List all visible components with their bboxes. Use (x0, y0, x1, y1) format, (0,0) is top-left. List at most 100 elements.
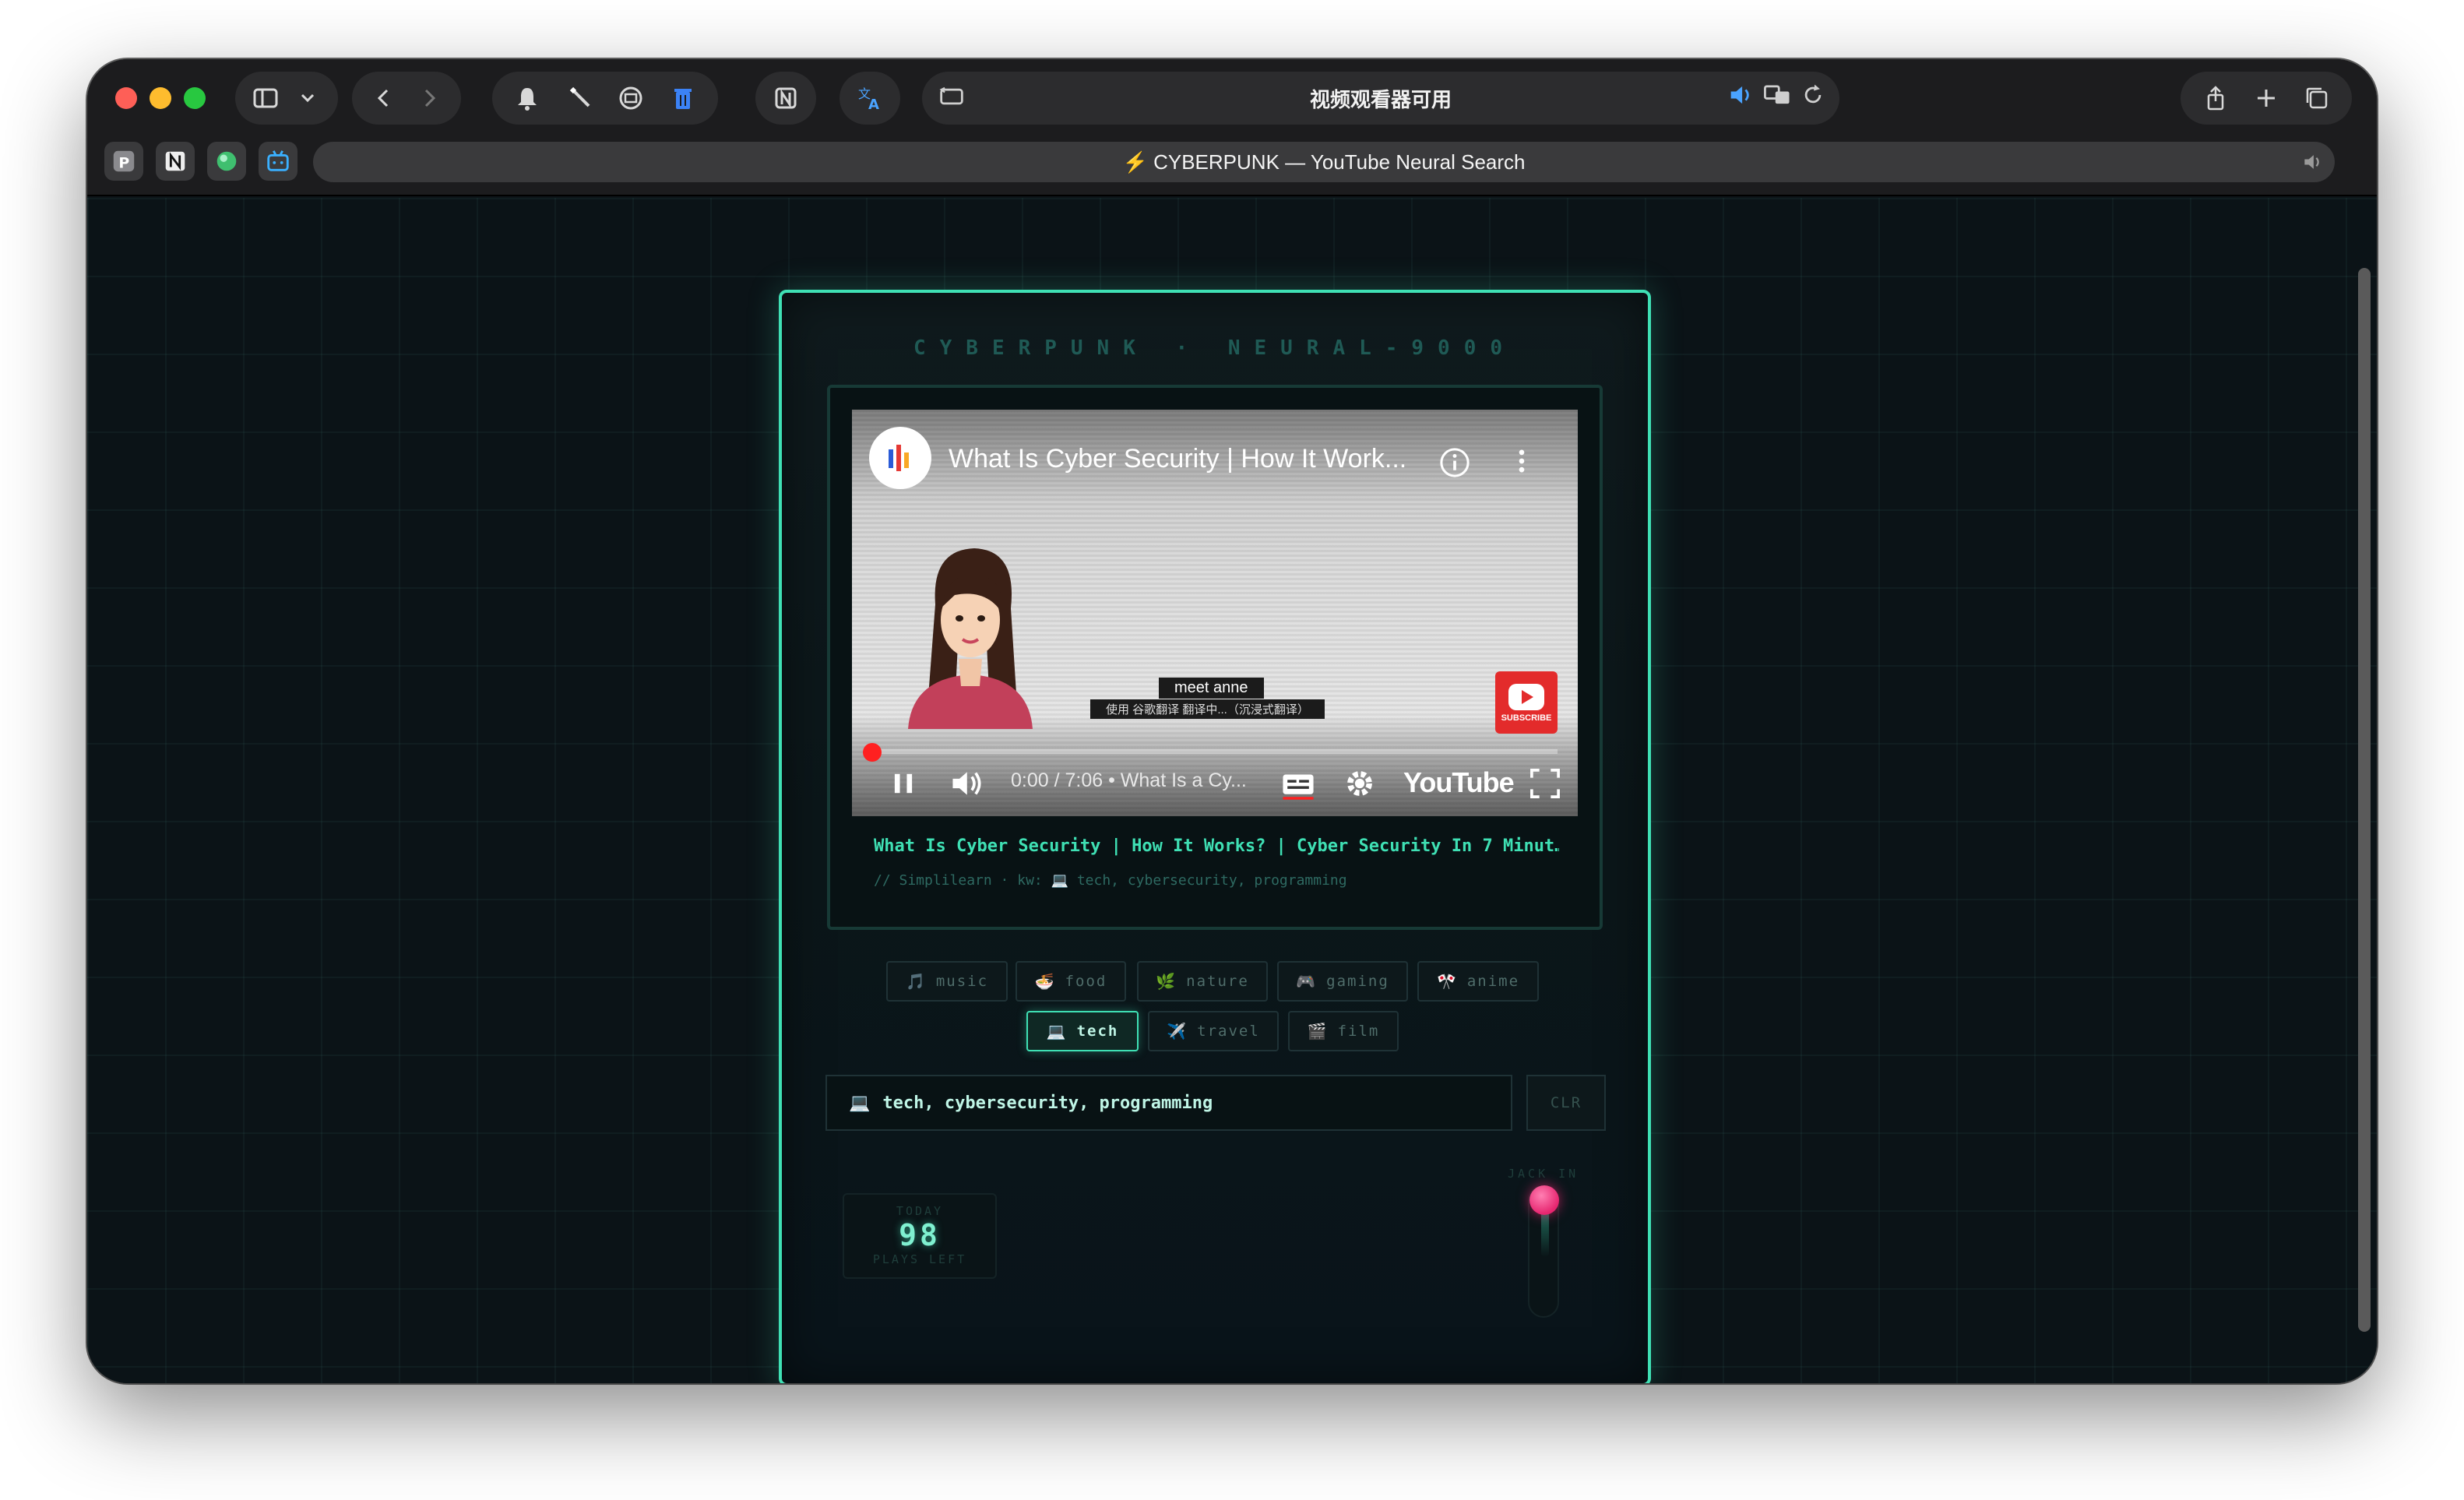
now-playing-title: What Is Cyber Security | How It Works? |… (874, 836, 1559, 856)
subscribe-play-icon (1508, 684, 1544, 710)
caption-line-primary: meet anne (1159, 678, 1264, 699)
address-actions (1726, 79, 1829, 114)
caption-line-translation: 使用 谷歌翻译 翻译中...（沉浸式翻译） (1090, 699, 1325, 719)
back-icon[interactable] (362, 76, 406, 120)
chip-icon: 🌿 (1156, 972, 1177, 991)
more-options-icon[interactable] (1506, 444, 1537, 482)
sidebar-icon[interactable] (245, 76, 287, 120)
plays-counter: TODAY 98 PLAYS LEFT (843, 1193, 997, 1279)
notion-ext-group (755, 72, 816, 125)
translate-page-icon[interactable] (1762, 79, 1793, 114)
chip-label: film (1337, 1023, 1380, 1040)
chip-anime[interactable]: 🎌 anime (1417, 961, 1539, 1002)
jack-in-slider-knob[interactable] (1529, 1185, 1559, 1215)
address-title: 视频观看器可用 (1309, 87, 1452, 111)
search-category-icon: 💻 (849, 1093, 871, 1113)
chip-icon: 🎬 (1307, 1022, 1329, 1040)
subscribe-button[interactable]: SUBSCRIBE (1495, 671, 1558, 734)
pen-icon[interactable] (558, 76, 601, 120)
chip-food[interactable]: 🍜 food (1016, 961, 1126, 1002)
tab-speaker-icon[interactable] (2300, 150, 2325, 180)
favorite-notion-icon[interactable] (156, 142, 195, 181)
animated-character-image (892, 534, 1048, 733)
chip-label: nature (1186, 973, 1249, 990)
youtube-logo[interactable]: YouTube (1403, 766, 1515, 799)
new-tab-icon[interactable] (2244, 76, 2288, 120)
clear-button[interactable]: CLR (1526, 1075, 1606, 1131)
page-scrollbar[interactable] (2358, 268, 2371, 1332)
chip-label: music (935, 973, 989, 990)
chip-label: tech (1076, 1023, 1119, 1040)
search-input-value[interactable]: tech, cybersecurity, programming (882, 1093, 1213, 1113)
translate-ext-group: 文A (840, 72, 900, 125)
counter-value: 98 (899, 1218, 941, 1252)
favorite-bilibili-icon[interactable] (259, 142, 297, 181)
tab-title: ⚡ CYBERPUNK — YouTube Neural Search (1122, 150, 1526, 174)
chip-gaming[interactable]: 🎮 gaming (1277, 961, 1408, 1002)
chip-nature[interactable]: 🌿 nature (1137, 961, 1268, 1002)
jack-in-label: JACK IN (1508, 1167, 1579, 1181)
keyword-search-field[interactable]: 💻 tech, cybersecurity, programming (825, 1075, 1512, 1131)
favorite-p-icon[interactable]: P (104, 142, 143, 181)
reload-icon[interactable] (1797, 79, 1829, 114)
svg-text:A: A (868, 97, 879, 112)
chip-icon: 🎌 (1436, 972, 1458, 991)
chip-icon: 🎵 (905, 972, 927, 991)
favorite-green-icon[interactable] (207, 142, 246, 181)
chip-label: food (1065, 973, 1107, 990)
channel-logo-icon[interactable] (869, 427, 931, 489)
svg-text:P: P (118, 155, 129, 172)
forward-icon[interactable] (407, 76, 451, 120)
bell-icon[interactable] (505, 76, 549, 120)
speaker-icon[interactable] (1726, 79, 1757, 114)
nav-group (352, 72, 461, 125)
video-progress-handle[interactable] (863, 743, 882, 762)
chip-label: anime (1466, 973, 1520, 990)
window-actions-group (2181, 72, 2352, 125)
notion-icon[interactable] (765, 76, 807, 120)
volume-icon[interactable] (949, 766, 987, 805)
chip-icon: 🎮 (1296, 972, 1318, 991)
fullscreen-icon[interactable] (1528, 766, 1562, 805)
translate-icon[interactable]: 文A (849, 76, 891, 120)
chevron-down-icon[interactable] (287, 76, 329, 120)
counter-bottom-label: PLAYS LEFT (872, 1252, 967, 1266)
extension-grid-icon[interactable] (609, 76, 653, 120)
sidebar-toggle-group (235, 72, 338, 125)
chip-tech[interactable]: 💻 tech (1026, 1011, 1139, 1051)
pause-icon[interactable] (888, 766, 919, 805)
maximize-window-button[interactable] (184, 87, 206, 109)
subtitles-icon[interactable] (1280, 766, 1316, 805)
counter-top-label: TODAY (896, 1204, 944, 1218)
cyberpunk-card: CYBERPUNK · NEURAL-9000 What Is Cyber Se… (779, 290, 1651, 1383)
browser-window: 文A 视频观看器可用 P ⚡ CYBERPUNK — YouTube Neura… (87, 59, 2377, 1383)
settings-gear-icon[interactable] (1343, 766, 1377, 805)
info-icon[interactable] (1438, 445, 1472, 484)
chip-icon: ✈️ (1167, 1022, 1188, 1040)
chip-travel[interactable]: ✈️ travel (1148, 1011, 1279, 1051)
now-playing-meta: // Simplilearn · kw: 💻 tech, cybersecuri… (874, 872, 1347, 889)
close-window-button[interactable] (115, 87, 137, 109)
subscribe-label: SUBSCRIBE (1501, 713, 1552, 723)
card-header: CYBERPUNK · NEURAL-9000 (913, 336, 1517, 360)
video-title[interactable]: What Is Cyber Security | How It Work... (949, 444, 1424, 474)
active-tab[interactable]: ⚡ CYBERPUNK — YouTube Neural Search (313, 142, 2335, 182)
chip-icon: 🍜 (1034, 972, 1056, 991)
time-display: 0:00 / 7:06 • What Is a Cy... (1011, 769, 1247, 791)
browser-toolbar: 文A 视频观看器可用 P ⚡ CYBERPUNK — YouTube Neura… (87, 59, 2377, 196)
chip-music[interactable]: 🎵 music (886, 961, 1008, 1002)
trash-icon[interactable] (661, 76, 705, 120)
extensions-group (492, 72, 718, 125)
player-frame: What Is Cyber Security | How It Work... (827, 385, 1603, 930)
slider-glow (1541, 1210, 1549, 1257)
page-content: CYBERPUNK · NEURAL-9000 What Is Cyber Se… (87, 198, 2377, 1383)
minimize-window-button[interactable] (150, 87, 171, 109)
tab-overview-icon[interactable] (2295, 76, 2339, 120)
chip-label: gaming (1326, 973, 1389, 990)
share-icon[interactable] (2194, 76, 2237, 120)
video-player[interactable]: What Is Cyber Security | How It Work... (852, 410, 1578, 816)
address-bar[interactable]: 视频观看器可用 (922, 72, 1839, 125)
video-progress-bar[interactable] (872, 749, 1558, 754)
chip-film[interactable]: 🎬 film (1288, 1011, 1399, 1051)
chip-label: travel (1197, 1023, 1260, 1040)
